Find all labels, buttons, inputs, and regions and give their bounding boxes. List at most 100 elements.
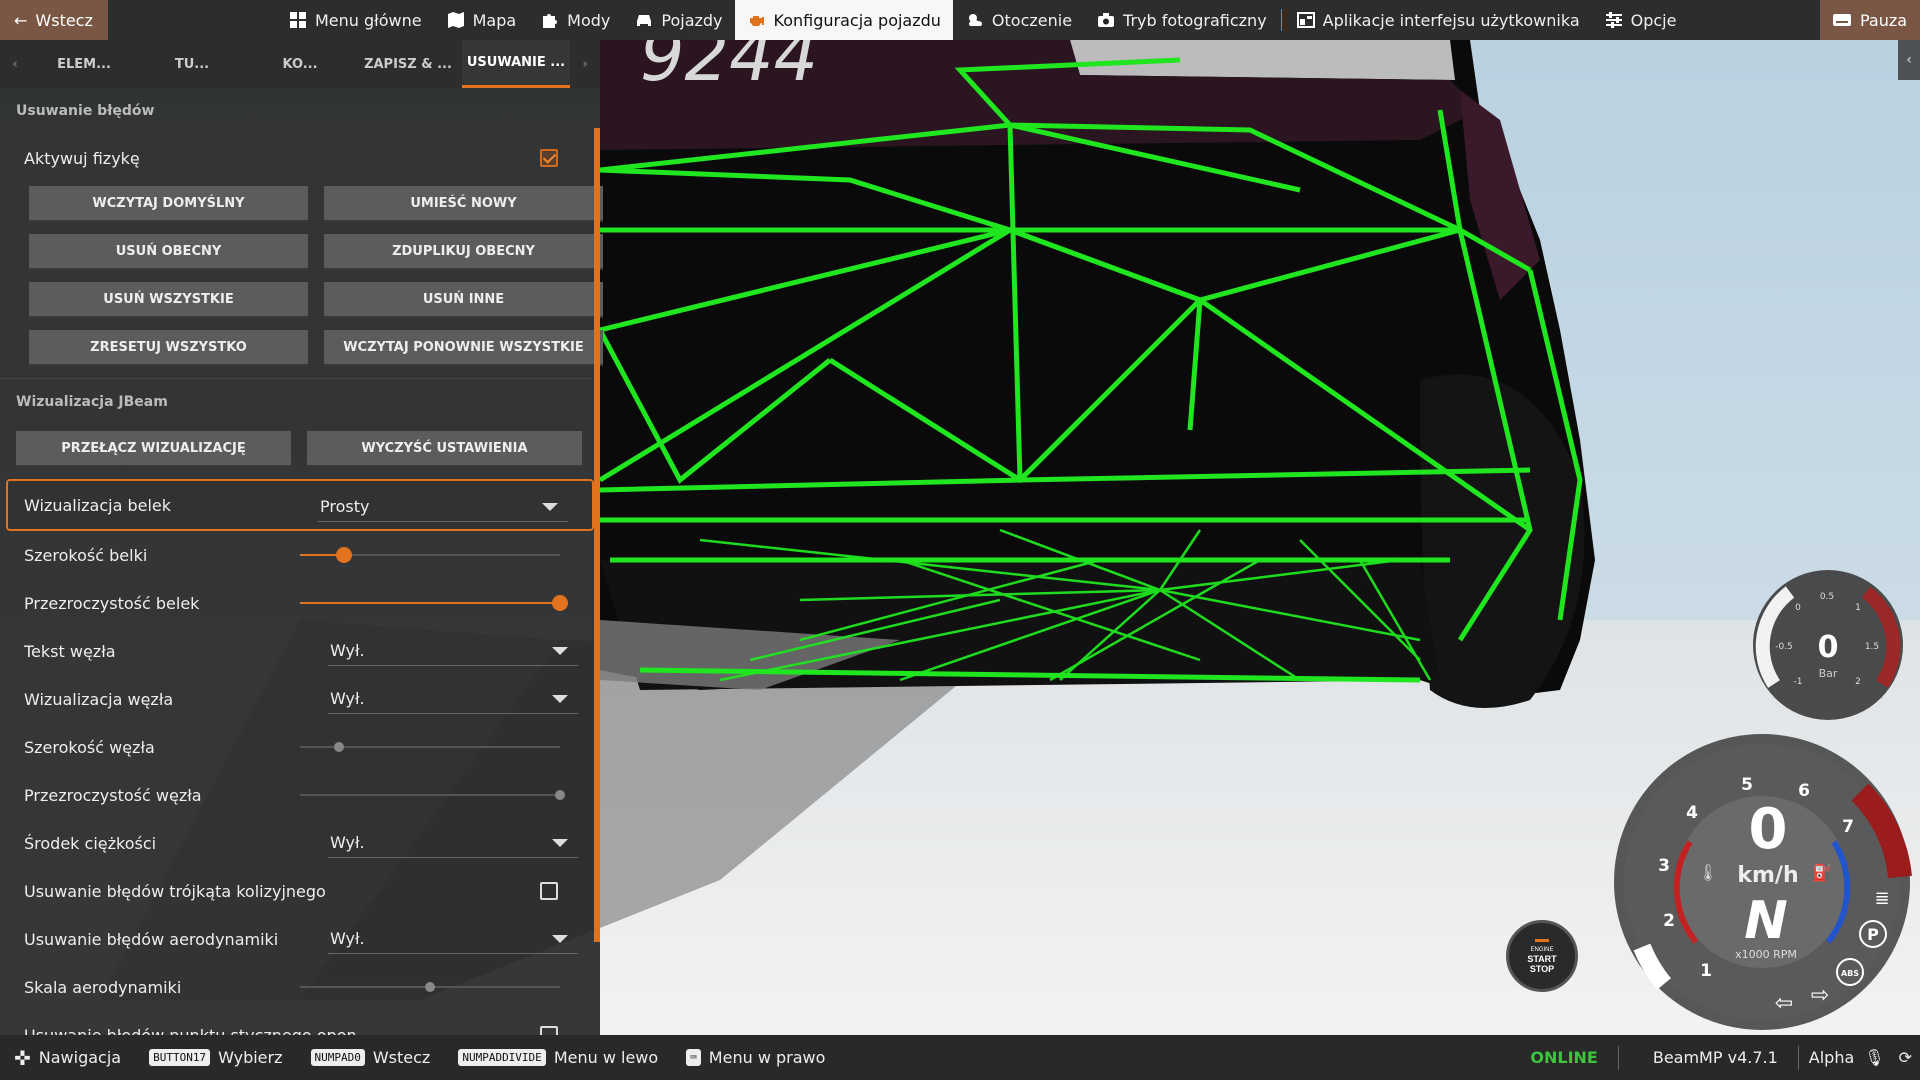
version-label: BeamMP v4.7.1 — [1652, 1048, 1778, 1067]
slider-handle[interactable] — [555, 790, 565, 800]
engine-start-stop-button[interactable]: ENGINE START STOP — [1506, 920, 1578, 992]
parking-brake-indicator: P — [1867, 925, 1879, 944]
spawn-new-button[interactable]: UMIEŚĆ NOWY — [324, 186, 603, 222]
aero-scale-row: Skala aerodynamiki — [0, 963, 600, 1011]
remove-all-button[interactable]: USUŃ WSZYSTKIE — [29, 282, 308, 318]
nav-vehicle-config[interactable]: Konfiguracja pojazdu — [734, 0, 953, 40]
refresh-icon[interactable]: ⟳ — [1891, 1048, 1920, 1067]
hint-menu-right[interactable]: ⌨ Menu w prawo — [672, 1048, 839, 1067]
hint-select-key: BUTTON17 — [149, 1049, 211, 1066]
nav-mods[interactable]: Mody — [528, 0, 622, 40]
collision-triangle-row[interactable]: Usuwanie błędów trójkąta kolizyjnego — [0, 867, 600, 915]
nav-ui-apps[interactable]: Aplikacje interfejsu użytkownika — [1284, 0, 1592, 40]
node-visualization-select[interactable]: Wył. — [328, 684, 578, 714]
turn-right-icon: ⇨ — [1811, 983, 1829, 1008]
tabs-next-button[interactable]: › — [570, 40, 600, 88]
jbeam-section-title: Wizualizacja JBeam — [16, 394, 168, 410]
load-default-button[interactable]: WCZYTAJ DOMYŚLNY — [29, 186, 308, 222]
tab-colors[interactable]: KO... — [246, 40, 354, 88]
nav-map[interactable]: Mapa — [434, 0, 529, 40]
beam-alpha-slider[interactable] — [300, 595, 568, 611]
chevron-down-icon — [542, 503, 558, 511]
collision-triangle-checkbox[interactable] — [540, 882, 558, 900]
slider-handle[interactable] — [425, 982, 435, 992]
aero-debug-select[interactable]: Wył. — [328, 924, 578, 954]
tab-debug[interactable]: USUWANIE ... — [462, 40, 570, 88]
node-alpha-slider[interactable] — [300, 790, 565, 800]
chevron-down-icon — [552, 935, 568, 943]
beam-alpha-row: Przezroczystość belek — [0, 579, 600, 627]
rpm-tick: 2 — [1663, 911, 1675, 931]
boost-value: 0 — [1818, 630, 1839, 665]
slider-handle[interactable] — [334, 742, 344, 752]
physics-row[interactable]: Aktywuj fizykę — [0, 134, 600, 182]
node-text-select[interactable]: Wył. — [328, 636, 578, 666]
boost-tick: -0.5 — [1775, 642, 1793, 652]
slider-handle[interactable] — [552, 595, 568, 611]
hint-navigation-label: Nawigacja — [38, 1048, 122, 1067]
nav-vehicles[interactable]: Pojazdy — [622, 0, 734, 40]
collision-triangle-label: Usuwanie błędów trójkąta kolizyjnego — [24, 881, 326, 901]
node-width-row: Szerokość węzła — [0, 723, 600, 771]
aero-debug-row[interactable]: Usuwanie błędów aerodynamiki Wył. — [0, 915, 600, 963]
panel-scrollbar[interactable] — [594, 128, 600, 942]
nav-vehicle-config-label: Konfiguracja pojazdu — [773, 10, 941, 30]
nav-main-menu-label: Menu główne — [315, 10, 422, 30]
hint-back[interactable]: NUMPAD0 Wstecz — [297, 1048, 445, 1067]
nav-options[interactable]: Opcje — [1592, 0, 1689, 40]
top-menu-bar: ← Wstecz Menu główne Mapa Mody Pojazdy K… — [0, 0, 1920, 40]
physics-checkbox[interactable] — [540, 149, 558, 167]
boost-tick: 1.5 — [1865, 642, 1879, 652]
beam-visualization-label: Wizualizacja belek — [24, 495, 172, 515]
aero-scale-slider[interactable] — [300, 982, 560, 992]
tab-elements[interactable]: ELEM... — [30, 40, 138, 88]
aero-debug-value: Wył. — [330, 929, 365, 948]
nav-environment[interactable]: Otoczenie — [953, 0, 1084, 40]
hint-back-label: Wstecz — [372, 1048, 431, 1067]
nav-separator — [1280, 9, 1282, 31]
beam-visualization-row[interactable]: Wizualizacja belek Prosty — [6, 479, 594, 531]
node-text-row[interactable]: Tekst węzła Wył. — [0, 627, 600, 675]
abs-indicator: ABS — [1841, 969, 1859, 978]
node-visualization-row[interactable]: Wizualizacja węzła Wył. — [0, 675, 600, 723]
hint-menu-left[interactable]: NUMPADDIVIDE Menu w lewo — [444, 1048, 672, 1067]
hint-select-label: Wybierz — [218, 1048, 283, 1067]
gear-indicator: N — [1744, 891, 1788, 951]
back-button[interactable]: ← Wstecz — [0, 0, 108, 40]
remove-current-button[interactable]: USUŃ OBECNY — [29, 234, 308, 270]
chevron-down-icon — [552, 839, 568, 847]
reload-all-button[interactable]: WCZYTAJ PONOWNIE WSZYSTKIE — [324, 330, 603, 366]
toggle-visualization-button[interactable]: PRZEŁĄCZ WIZUALIZACJĘ — [16, 431, 291, 467]
beam-visualization-select[interactable]: Prosty — [318, 492, 568, 522]
beam-width-slider[interactable] — [300, 547, 560, 563]
center-of-gravity-value: Wył. — [330, 833, 365, 852]
connection-status: ONLINE — [1530, 1048, 1598, 1067]
boost-tick: -1 — [1794, 677, 1803, 687]
vehicle-config-panel: ‹ ELEM... TU... KO... ZAPISZ & ... USUWA… — [0, 40, 603, 1045]
slider-handle[interactable] — [336, 547, 353, 563]
beam-alpha-label: Przezroczystość belek — [24, 593, 200, 613]
nav-main-menu[interactable]: Menu główne — [276, 0, 434, 40]
tabs-prev-button[interactable]: ‹ — [0, 40, 30, 88]
tab-tuning[interactable]: TU... — [138, 40, 246, 88]
tab-save-load[interactable]: ZAPISZ & ... — [354, 40, 462, 88]
nav-options-label: Opcje — [1630, 10, 1677, 30]
clone-current-button[interactable]: ZDUPLIKUJ OBECNY — [324, 234, 603, 270]
microphone-icon[interactable]: 🎙 — [1858, 1048, 1890, 1067]
clear-settings-button[interactable]: WYCZYŚĆ USTAWIENIA — [307, 431, 582, 467]
alpha-label: Alpha — [1808, 1048, 1855, 1067]
center-of-gravity-select[interactable]: Wył. — [328, 828, 578, 858]
pause-button[interactable]: Pauza — [1820, 0, 1920, 40]
apps-icon — [1296, 12, 1315, 28]
hint-menu-left-key: NUMPADDIVIDE — [458, 1049, 546, 1066]
right-panel-toggle[interactable]: ‹ — [1898, 40, 1920, 80]
chevron-down-icon — [552, 695, 568, 703]
node-width-slider[interactable] — [300, 742, 560, 752]
reset-all-button[interactable]: ZRESETUJ WSZYSTKO — [29, 330, 308, 366]
hint-select[interactable]: BUTTON17 Wybierz — [135, 1048, 296, 1067]
nav-photo-mode[interactable]: Tryb fotograficzny — [1084, 0, 1279, 40]
center-of-gravity-row[interactable]: Środek ciężkości Wył. — [0, 819, 600, 867]
hint-menu-left-label: Menu w lewo — [553, 1048, 659, 1067]
remove-others-button[interactable]: USUŃ INNE — [324, 282, 603, 318]
sliders-icon — [1605, 12, 1622, 28]
